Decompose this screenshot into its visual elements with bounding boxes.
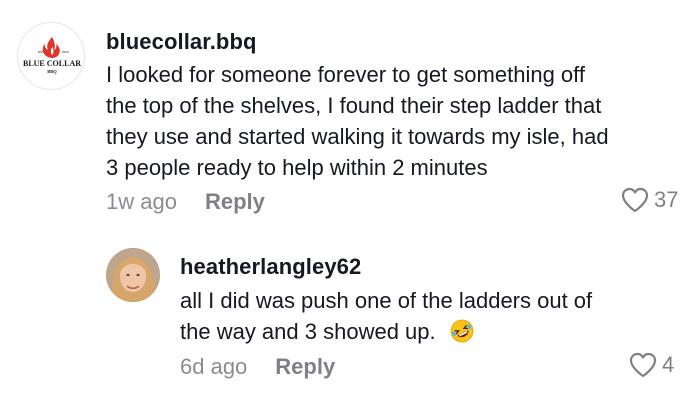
reply-button[interactable]: Reply xyxy=(205,189,265,215)
comment-meta: 6d ago Reply xyxy=(180,354,335,380)
comment-meta: 1w ago Reply xyxy=(106,189,265,215)
heart-icon xyxy=(629,352,657,378)
comment-timestamp: 1w ago xyxy=(106,189,177,214)
like-count: 37 xyxy=(654,187,679,212)
comment-line: the way and 3 showed up. xyxy=(180,316,592,347)
avatar[interactable] xyxy=(106,248,160,302)
blue-collar-bbq-logo-icon: EST 2020 BLUE COLLAR BBQ xyxy=(23,37,81,74)
comment-username[interactable]: heatherlangley62 xyxy=(180,254,361,280)
comment-line: the top of the shelves, I found their st… xyxy=(106,93,602,118)
rolling-on-floor-laughing-icon xyxy=(450,319,474,343)
comment-timestamp: 6d ago xyxy=(180,354,248,379)
comment-line: I looked for someone forever to get some… xyxy=(106,62,585,87)
like-button[interactable]: 4 xyxy=(628,351,674,379)
like-count: 4 xyxy=(662,352,675,377)
svg-text:BBQ: BBQ xyxy=(47,69,57,74)
user-photo-icon xyxy=(106,248,160,302)
comment-line: they use and started walking it towards … xyxy=(106,124,609,149)
comment-line: 3 people ready to help within 2 minutes xyxy=(106,155,488,180)
comment-text: I looked for someone forever to get some… xyxy=(106,59,609,183)
comment-text: all I did was push one of the ladders ou… xyxy=(180,285,592,347)
like-button[interactable]: 37 xyxy=(620,186,678,214)
comment-line: all I did was push one of the ladders ou… xyxy=(180,288,593,313)
avatar[interactable]: EST 2020 BLUE COLLAR BBQ xyxy=(17,22,85,90)
reply-button[interactable]: Reply xyxy=(275,354,335,380)
svg-text:2020: 2020 xyxy=(62,50,69,54)
heart-icon xyxy=(621,187,649,213)
comment-username[interactable]: bluecollar.bbq xyxy=(106,29,257,55)
svg-text:BLUE COLLAR: BLUE COLLAR xyxy=(23,59,81,68)
svg-text:EST: EST xyxy=(38,50,44,54)
